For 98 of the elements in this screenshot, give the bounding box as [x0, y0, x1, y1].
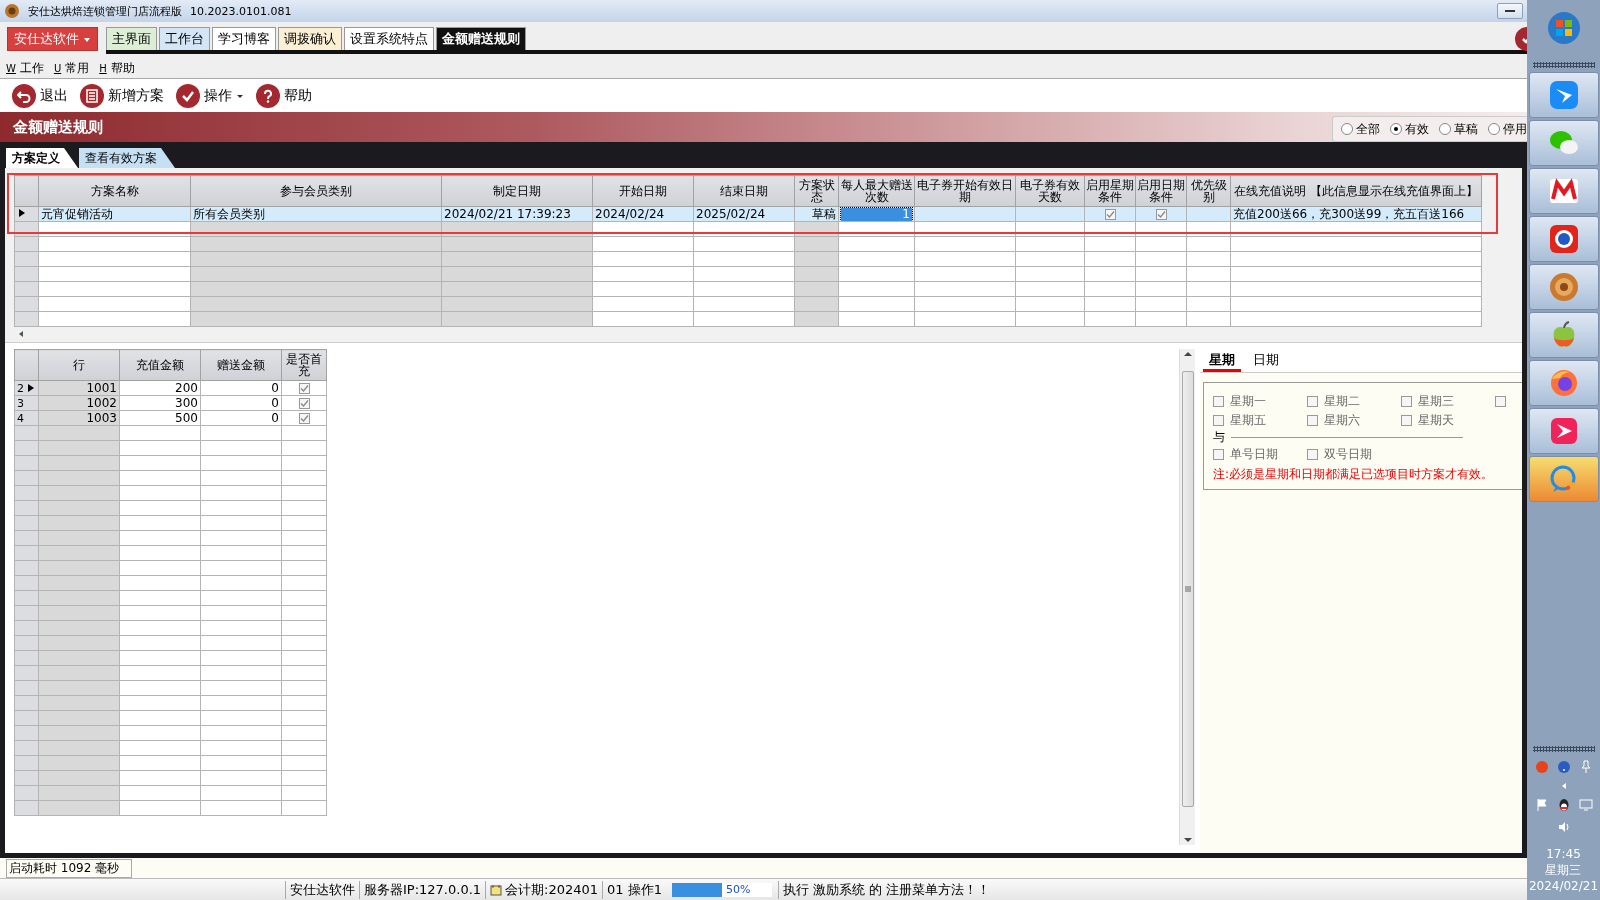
menu-item[interactable]: W 工作	[6, 59, 44, 77]
page-title: 金额赠送规则	[13, 117, 103, 137]
minimize-button[interactable]	[1497, 3, 1523, 19]
scroll-left-icon	[18, 329, 24, 338]
column-header[interactable]: 充值金额	[119, 349, 201, 381]
taskbar-button[interactable]	[1528, 408, 1599, 454]
column-header[interactable]: 电子券开始有效日期	[914, 175, 1016, 207]
taskbar-button[interactable]	[1528, 72, 1599, 118]
checkbox[interactable]	[1155, 208, 1167, 220]
weekday-checkbox[interactable]: 星期六	[1307, 412, 1401, 429]
taskbar-button[interactable]	[1528, 216, 1599, 262]
taskbar-button[interactable]	[1528, 264, 1599, 310]
message-text: 执行 激励系统 的 注册菜单方法！！	[778, 880, 995, 899]
filter-radio[interactable]: 有效	[1390, 120, 1429, 138]
taskbar-button[interactable]	[1528, 360, 1599, 406]
column-header[interactable]: 开始日期	[592, 175, 694, 207]
cookie-icon	[4, 3, 20, 19]
monitor-icon	[1578, 798, 1593, 812]
column-header[interactable]: 每人最大赠送次数	[838, 175, 915, 207]
toolbar-button[interactable]: 新增方案	[80, 83, 164, 108]
filter-radio[interactable]: 停用	[1488, 120, 1527, 138]
weekday-checkbox[interactable]: 星期一	[1213, 393, 1307, 410]
column-header[interactable]: 在线充值说明 【此信息显示在线充值界面上】	[1230, 175, 1482, 207]
bird-icon	[1547, 79, 1580, 111]
caret-icon	[83, 35, 91, 43]
globe-icon	[1547, 223, 1580, 255]
checkbox[interactable]	[298, 397, 310, 409]
server-text: 服务器IP:127.0.0.1	[359, 880, 486, 899]
column-header[interactable]: 赠送金额	[200, 349, 282, 381]
date-checkbox[interactable]: 单号日期	[1213, 446, 1307, 463]
taskbar-button[interactable]	[1528, 120, 1599, 166]
operator-text: 01 操作1	[602, 880, 667, 899]
progress-label: 50%	[726, 882, 751, 896]
tab[interactable]: 工作台	[159, 27, 210, 50]
window-title: 安仕达烘焙连锁管理门店流程版	[28, 3, 182, 19]
weekday-checkbox[interactable]: 星期五	[1213, 412, 1307, 429]
weekday-checkbox[interactable]: 星期二	[1307, 393, 1401, 410]
vertical-scrollbar[interactable]	[1179, 349, 1195, 845]
flag-icon	[1534, 798, 1549, 812]
column-header[interactable]: 电子券有效天数	[1015, 175, 1085, 207]
column-header[interactable]: 结束日期	[693, 175, 795, 207]
weekday-checkbox[interactable]: 星期天	[1401, 412, 1495, 429]
company-text: 安仕达软件	[285, 880, 359, 899]
tab[interactable]: 日期	[1247, 351, 1285, 372]
column-header[interactable]: 参与会员类别	[190, 175, 442, 207]
column-header[interactable]: 启用星期条件	[1084, 175, 1136, 207]
undo-icon	[12, 83, 36, 108]
taskbar-button[interactable]	[1528, 456, 1599, 502]
taskbar-button[interactable]	[1528, 312, 1599, 358]
column-header[interactable]: 制定日期	[441, 175, 593, 207]
column-header[interactable]: 方案名称	[38, 175, 191, 207]
checkbox[interactable]	[298, 382, 310, 394]
menu-item[interactable]: H 帮助	[99, 59, 135, 77]
column-header[interactable]: 优先级别	[1186, 175, 1231, 207]
scroll-down-icon[interactable]	[1183, 837, 1192, 843]
clock-date: 2024/02/21	[1528, 878, 1599, 894]
taskbar-button[interactable]	[1528, 168, 1599, 214]
minimize-icon	[1505, 9, 1515, 13]
calendar-icon	[490, 883, 503, 896]
filter-radio[interactable]: 全部	[1341, 120, 1380, 138]
separator-label: 与	[1213, 429, 1225, 446]
header-cell	[14, 175, 39, 207]
row-pointer-icon	[17, 207, 27, 218]
column-header[interactable]: 启用日期条件	[1135, 175, 1187, 207]
column-header[interactable]: 是否首充	[281, 349, 327, 381]
toolbar-button[interactable]: 退出	[12, 83, 68, 108]
windows-orb-icon	[1545, 10, 1582, 46]
column-header[interactable]: 方案状态	[794, 175, 839, 207]
toolbar-button[interactable]: 操作	[176, 83, 244, 108]
tab[interactable]: 金额赠送规则	[436, 27, 526, 50]
tab[interactable]: 学习博客	[212, 27, 276, 50]
toolbar-button[interactable]: 帮助	[256, 83, 312, 108]
weekday-checkbox[interactable]: 星期三	[1401, 393, 1495, 410]
grip-icon	[1184, 586, 1191, 592]
version-text: 10.2023.0101.081	[190, 4, 292, 18]
startup-time: 启动耗时 1092 毫秒	[6, 858, 133, 878]
checkbox[interactable]	[1104, 208, 1116, 220]
filter-radio[interactable]: 草稿	[1439, 120, 1478, 138]
tab[interactable]: 查看有效方案	[79, 148, 175, 168]
speaker-icon	[1556, 820, 1571, 834]
tab[interactable]: 方案定义	[6, 148, 78, 168]
scroll-up-icon[interactable]	[1183, 351, 1192, 357]
tab[interactable]: 主界面	[106, 27, 157, 50]
clock-time: 17:45	[1546, 846, 1581, 862]
cookie-icon	[1547, 271, 1580, 303]
list-icon	[80, 83, 104, 108]
note-text: 注:必须是星期和日期都满足已选项目时方案才有效。	[1213, 466, 1495, 483]
row-pointer-icon	[26, 383, 36, 393]
date-checkbox[interactable]: 双号日期	[1307, 446, 1401, 463]
checkbox[interactable]	[298, 412, 310, 424]
tab[interactable]: 调拨确认	[278, 27, 342, 50]
column-header[interactable]: 行	[38, 349, 120, 381]
check-icon	[176, 83, 200, 108]
app-menu-button[interactable]: 安仕达软件	[7, 27, 98, 51]
tab[interactable]: 设置系统特点	[344, 27, 434, 50]
menu-item[interactable]: U 常用	[53, 59, 90, 77]
clock-weekday: 星期三	[1545, 862, 1582, 878]
period-text: 会计期:202401	[485, 880, 603, 899]
